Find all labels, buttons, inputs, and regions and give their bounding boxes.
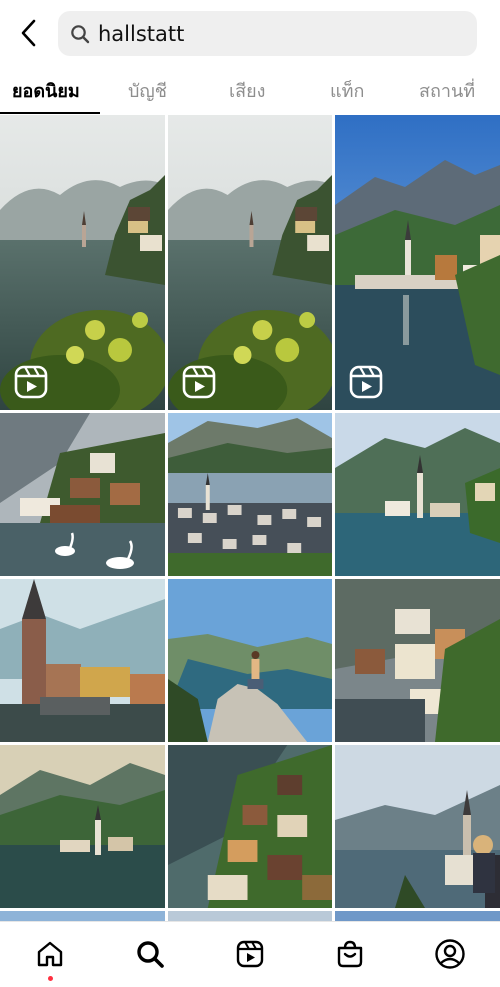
back-button[interactable]	[12, 14, 46, 52]
grid-tile-post[interactable]	[168, 911, 332, 921]
nav-search-button[interactable]	[132, 936, 168, 972]
tab-audio[interactable]: เสียง	[229, 76, 265, 106]
grid-tile-reel[interactable]	[335, 115, 500, 410]
reels-badge-icon	[349, 365, 383, 399]
post-thumbnail	[335, 745, 500, 908]
reels-icon	[236, 940, 264, 968]
post-thumbnail	[0, 413, 165, 576]
search-icon	[137, 941, 164, 968]
post-thumbnail	[0, 745, 165, 908]
grid-tile-post[interactable]	[335, 413, 500, 576]
search-icon	[71, 25, 90, 44]
nav-home-button[interactable]	[32, 936, 68, 972]
home-icon	[37, 941, 63, 967]
grid-tile-post[interactable]	[0, 413, 165, 576]
grid-tile-post[interactable]	[0, 579, 165, 742]
grid-tile-reel[interactable]	[168, 115, 332, 410]
tab-tags[interactable]: แท็ก	[330, 76, 364, 106]
post-thumbnail	[168, 413, 332, 576]
grid-tile-post[interactable]	[0, 911, 165, 921]
back-arrow-icon	[21, 19, 36, 47]
post-thumbnail	[168, 745, 332, 908]
grid-tile-post[interactable]	[0, 745, 165, 908]
grid-tile-post[interactable]	[168, 745, 332, 908]
notification-dot	[48, 976, 53, 981]
post-thumbnail	[335, 413, 500, 576]
search-tabs: ยอดนิยม บัญชี เสียง แท็ก สถานที่	[0, 66, 500, 115]
bottom-navigation	[0, 921, 500, 987]
grid-tile-post[interactable]	[335, 745, 500, 908]
grid-tile-post[interactable]	[335, 579, 500, 742]
post-thumbnail	[0, 911, 165, 921]
nav-profile-button[interactable]	[432, 936, 468, 972]
nav-reels-button[interactable]	[232, 936, 268, 972]
nav-shop-button[interactable]	[332, 936, 368, 972]
tab-top[interactable]: ยอดนิยม	[12, 76, 80, 106]
search-bar[interactable]	[58, 11, 477, 56]
top-bar	[0, 0, 500, 66]
active-tab-indicator	[0, 112, 100, 114]
shop-icon	[337, 940, 363, 968]
reels-badge-icon	[14, 365, 48, 399]
post-thumbnail	[168, 579, 332, 742]
post-thumbnail	[335, 579, 500, 742]
tab-accounts[interactable]: บัญชี	[128, 76, 167, 106]
post-thumbnail	[168, 911, 332, 921]
grid-tile-reel[interactable]	[0, 115, 165, 410]
post-thumbnail	[0, 579, 165, 742]
tab-places[interactable]: สถานที่	[419, 76, 475, 106]
grid-tile-post[interactable]	[168, 413, 332, 576]
profile-icon	[435, 939, 465, 969]
search-input[interactable]	[98, 11, 458, 56]
grid-tile-post[interactable]	[335, 911, 500, 921]
grid-tile-post[interactable]	[168, 579, 332, 742]
explore-grid	[0, 115, 500, 921]
post-thumbnail	[335, 911, 500, 921]
reels-badge-icon	[182, 365, 216, 399]
